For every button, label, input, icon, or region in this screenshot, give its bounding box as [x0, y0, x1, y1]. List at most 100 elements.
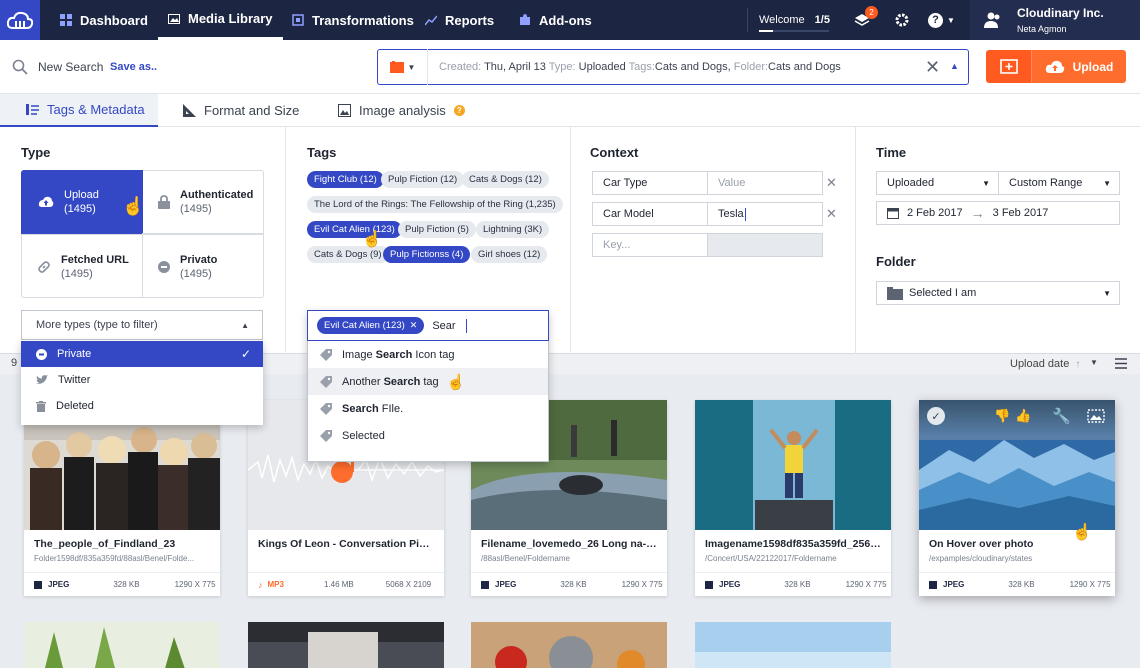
- nav-media-library-label: Media Library: [188, 11, 273, 26]
- tab-tags-metadata[interactable]: Tags & Metadata: [0, 94, 158, 127]
- more-types-option-twitter[interactable]: Twitter: [21, 367, 263, 393]
- context-value-field[interactable]: Value: [707, 171, 823, 195]
- tag-chip[interactable]: Pulp Fictionss (4): [383, 246, 471, 263]
- tag-search-value: Sear: [432, 319, 456, 332]
- asset-thumbnail[interactable]: [471, 622, 667, 668]
- range-type-select[interactable]: Custom Range ▼: [998, 171, 1120, 195]
- list-view-icon[interactable]: [1115, 358, 1127, 369]
- nav-dashboard[interactable]: Dashboard: [60, 0, 148, 40]
- ruler-icon: [183, 104, 196, 117]
- query-type-value: Uploaded: [578, 61, 626, 73]
- puzzle-icon: [520, 14, 530, 25]
- save-as-link[interactable]: Save as..: [110, 61, 157, 73]
- chevron-up-icon[interactable]: ▲: [950, 61, 959, 71]
- tag-suggestion[interactable]: Search FIle.: [308, 395, 548, 422]
- asset-thumbnail[interactable]: [24, 622, 220, 668]
- tag-chip[interactable]: The Lord of the Rings: The Fellowship of…: [307, 196, 563, 213]
- context-key-field[interactable]: Key...: [592, 233, 708, 257]
- date-range-field[interactable]: 2 Feb 2017 → 3 Feb 2017: [876, 201, 1120, 225]
- tag-suggestion[interactable]: Selected: [308, 422, 548, 449]
- select-check-icon[interactable]: ✓: [927, 407, 945, 425]
- account-menu[interactable]: Cloudinary Inc. Neta Agmon: [970, 0, 1140, 40]
- type-fetched-url-label: Fetched URL: [61, 253, 129, 266]
- notifications-button[interactable]: 2: [854, 0, 878, 40]
- context-key-field[interactable]: Car Type: [592, 171, 708, 195]
- type-fetched-url-option[interactable]: Fetched URL (1495): [21, 234, 143, 298]
- new-search-link[interactable]: New Search: [38, 60, 103, 74]
- tag-search-input[interactable]: Evil Cat Alien (123) ✕ Sear: [307, 310, 549, 341]
- asset-dimensions: 1290 X 775: [621, 580, 663, 589]
- type-privato-label: Privato: [180, 253, 218, 266]
- cloudinary-logo-icon[interactable]: [0, 0, 40, 40]
- account-name: Cloudinary Inc.: [1017, 6, 1104, 20]
- sort-dropdown[interactable]: Upload date ↑: [1003, 354, 1085, 374]
- image-frame-icon[interactable]: [1087, 409, 1105, 423]
- type-authenticated-option[interactable]: Authenticated (1495): [142, 170, 263, 234]
- tag-chip[interactable]: Pulp Fiction (5): [398, 221, 476, 238]
- asset-thumbnail[interactable]: [695, 400, 891, 530]
- hand-cursor-icon: ☝: [362, 231, 382, 248]
- nav-transformations[interactable]: Transformations: [292, 0, 414, 40]
- type-privato-option[interactable]: Privato (1495): [142, 234, 263, 298]
- asset-thumbnail[interactable]: ✓ 👎 👍 🔧: [919, 400, 1115, 530]
- time-type-select[interactable]: Uploaded ▼: [876, 171, 999, 195]
- thumbs-down-icon[interactable]: 👎: [994, 408, 1010, 424]
- selected-tag-chip[interactable]: Evil Cat Alien (123) ✕: [317, 317, 425, 334]
- chevron-down-icon[interactable]: ▼: [1090, 358, 1098, 367]
- nav-addons[interactable]: Add-ons: [519, 0, 592, 40]
- asset-dimensions: 1290 X 775: [174, 580, 216, 589]
- search-query-box[interactable]: ▼ Created: Thu, April 13 Type: Uploaded …: [377, 49, 969, 85]
- date-to: 3 Feb 2017: [992, 207, 1049, 219]
- tag-chip[interactable]: Fight Club (12): [307, 171, 384, 188]
- type-privato-count: (1495): [180, 267, 212, 280]
- tag-chip[interactable]: Evil Cat Alien (123): [307, 221, 402, 238]
- info-badge-icon[interactable]: ?: [453, 105, 465, 116]
- settings-button[interactable]: [894, 0, 910, 40]
- arrow-right-icon: →: [970, 205, 985, 221]
- asset-card-hovered[interactable]: ✓ 👎 👍 🔧 ☝ On Hover over photo /expamples…: [919, 400, 1115, 596]
- asset-card[interactable]: The_people_of_Findland_23 Folder1598df/8…: [24, 400, 220, 596]
- calendar-icon: [887, 208, 899, 219]
- context-value-field[interactable]: Tesla: [707, 202, 823, 226]
- remove-context-icon[interactable]: ✕: [826, 206, 837, 222]
- tab-format-size[interactable]: Format and Size: [183, 94, 299, 127]
- nav-media-library[interactable]: Media Library: [158, 0, 283, 40]
- more-types-option-deleted[interactable]: Deleted: [21, 393, 263, 419]
- gear-icon: [895, 13, 909, 27]
- thumbs-up-icon[interactable]: 👍: [1015, 408, 1031, 424]
- upload-button[interactable]: Upload: [1032, 50, 1126, 83]
- asset-card[interactable]: Imagename1598df835a359fd_25646... /Conce…: [695, 400, 891, 596]
- chevron-up-icon: ▲: [241, 320, 249, 330]
- welcome-progress[interactable]: Welcome 1/5: [759, 0, 830, 40]
- help-menu-button[interactable]: ? ▼: [928, 0, 955, 40]
- tab-image-analysis[interactable]: Image analysis ?: [338, 94, 465, 127]
- tag-chip[interactable]: Girl shoes (12): [471, 246, 548, 263]
- asset-thumbnail[interactable]: [695, 622, 891, 668]
- remove-context-icon[interactable]: ✕: [826, 175, 837, 191]
- sort-direction-icon[interactable]: ↑: [1075, 359, 1080, 370]
- clear-search-icon[interactable]: ✕: [925, 57, 940, 78]
- image-analysis-icon: [338, 104, 351, 117]
- upload-label: Upload: [1072, 59, 1114, 74]
- list-icon: [26, 104, 39, 115]
- more-types-option-private[interactable]: Private ✓: [21, 341, 263, 367]
- tag-chip[interactable]: Cats & Dogs (12): [462, 171, 549, 188]
- upload-widget-button[interactable]: [986, 50, 1032, 83]
- twitter-icon: [36, 375, 48, 384]
- folder-select[interactable]: Selected I am ▼: [876, 281, 1120, 305]
- remove-tag-icon[interactable]: ✕: [410, 320, 418, 331]
- tag-chip[interactable]: Pulp Fiction (12): [381, 171, 465, 188]
- nav-reports[interactable]: Reports: [425, 0, 494, 40]
- text-caret: [465, 318, 467, 333]
- tag-chip[interactable]: Lightning (3K): [476, 221, 550, 238]
- more-types-input[interactable]: More types (type to filter) ▲: [21, 310, 263, 340]
- nav-divider: [747, 8, 748, 32]
- search-query-text[interactable]: Created: Thu, April 13 Type: Uploaded Ta…: [428, 61, 841, 73]
- wrench-icon[interactable]: 🔧: [1052, 407, 1071, 425]
- asset-thumbnail[interactable]: [248, 622, 444, 668]
- upload-button-group[interactable]: Upload: [986, 50, 1126, 83]
- search-source-dropdown[interactable]: ▼: [378, 49, 428, 85]
- tag-suggestion[interactable]: Image Search Icon tag: [308, 341, 548, 368]
- tag-suggestion-hovered[interactable]: Another Search tag ☝: [308, 368, 548, 395]
- context-key-field[interactable]: Car Model: [592, 202, 708, 226]
